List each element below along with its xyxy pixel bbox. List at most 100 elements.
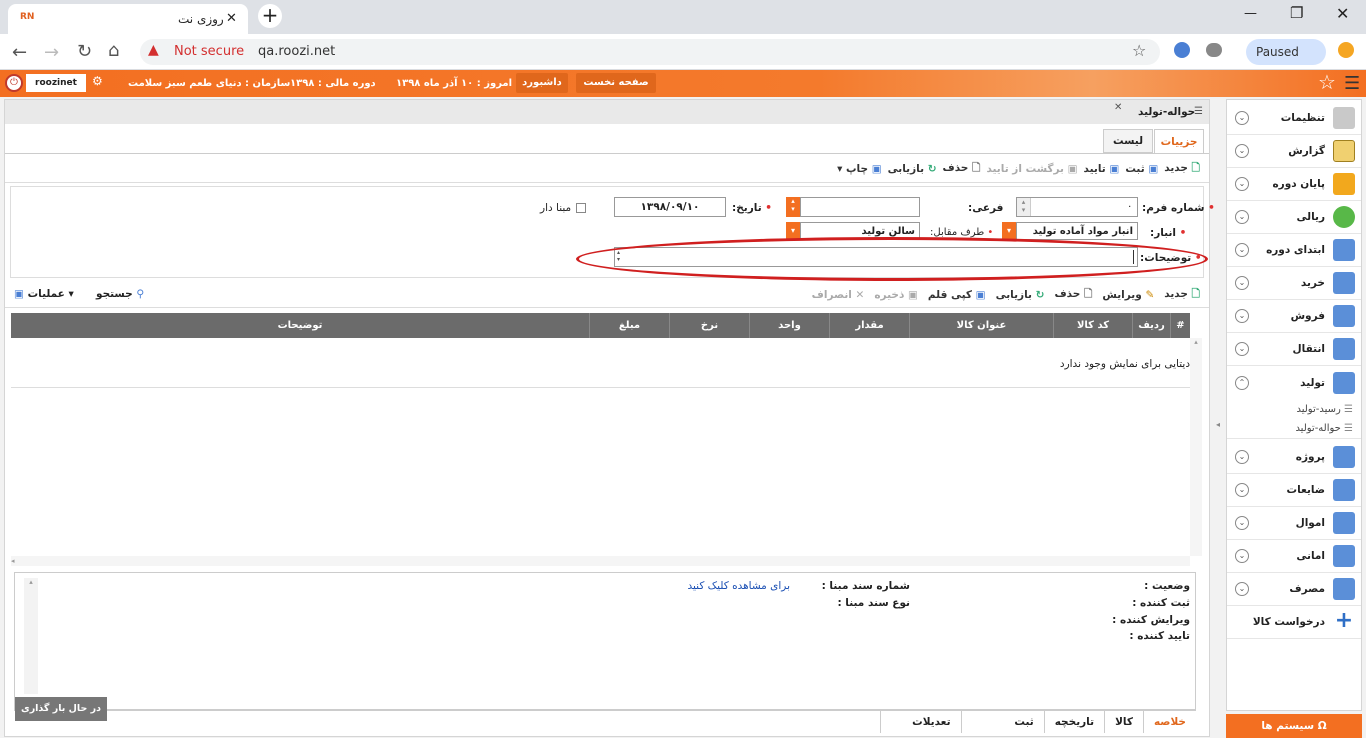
grid-copy-button[interactable]: ▣ کپی قلم — [928, 289, 986, 301]
sidebar-item-consignment[interactable]: امانی ⌄ — [1227, 540, 1361, 573]
sidebar-item-assets[interactable]: اموال ⌄ — [1227, 507, 1361, 540]
extension-icon[interactable] — [1174, 42, 1190, 58]
tab-close-icon[interactable]: ✕ — [226, 11, 237, 26]
home-page-button[interactable]: صفحه نخست — [576, 73, 656, 93]
systems-button[interactable]: Ω سیستم ها — [1226, 714, 1362, 738]
sidebar-sub-production-receipt[interactable]: ☰ رسید-تولید — [1296, 404, 1353, 415]
col-qty[interactable]: مقدار — [829, 313, 909, 338]
sub-field[interactable] — [800, 197, 920, 217]
dashboard-button[interactable]: داشبورد — [516, 73, 568, 93]
sidebar-collapse-handle[interactable]: ◂ — [1216, 420, 1220, 429]
address-bar[interactable]: ▲ Not secure qa.roozi.net ☆ — [140, 39, 1160, 65]
sidebar-item-waste[interactable]: ضایعات ⌄ — [1227, 474, 1361, 507]
window-close-button[interactable]: ✕ — [1336, 4, 1349, 23]
toolbar-delete-button[interactable]: 🗋 حذف — [943, 160, 981, 178]
click-view-link[interactable]: برای مشاهده کلیک کنید — [660, 580, 791, 592]
sidebar-item-settings[interactable]: تنظیمات ⌄ — [1227, 102, 1361, 135]
chevron-up-icon[interactable]: ⌃ — [1235, 375, 1249, 390]
col-code[interactable]: کد کالا — [1053, 313, 1132, 338]
tab-goods[interactable]: کالا — [1104, 711, 1143, 733]
tab-list[interactable]: لیست — [1103, 129, 1153, 153]
page-tab-title[interactable]: حواله-تولید — [1138, 106, 1195, 118]
home-icon[interactable]: ⌂ — [108, 40, 119, 61]
tab-details[interactable]: جزییات — [1154, 129, 1204, 154]
grid-vscroll[interactable]: ▴ — [1190, 338, 1202, 556]
sidebar-item-consumption[interactable]: مصرف ⌄ — [1227, 573, 1361, 606]
grid-search-button[interactable]: ⚲ جستجو — [96, 288, 144, 300]
reload-icon[interactable]: ↻ — [77, 41, 92, 62]
col-unit[interactable]: واحد — [749, 313, 829, 338]
sidebar-item-goods-request[interactable]: + درخواست کالا — [1227, 606, 1361, 639]
tab-accounting[interactable]: ثبت حسابداری — [960, 711, 1044, 733]
forward-icon[interactable]: → — [44, 42, 59, 63]
browser-tab[interactable]: RN روزی نت ✕ — [8, 4, 248, 34]
col-title[interactable]: عنوان کالا — [909, 313, 1053, 338]
col-desc[interactable]: توضیحات — [11, 313, 589, 338]
form-no-stepper-icon[interactable]: ▴ ▾ — [1017, 198, 1031, 216]
sidebar-item-sales[interactable]: فروش ⌄ — [1227, 300, 1361, 333]
chevron-down-icon[interactable]: ⌄ — [1235, 582, 1249, 596]
power-icon[interactable]: ⏻ — [5, 74, 23, 92]
menu-dots-icon[interactable] — [1338, 42, 1354, 58]
back-icon[interactable]: ← — [12, 42, 27, 63]
summary-scroll[interactable]: ▴ — [24, 578, 38, 694]
date-field[interactable]: ۱۳۹۸/۰۹/۱۰ — [614, 197, 726, 217]
chevron-down-icon[interactable]: ⌄ — [1235, 111, 1249, 125]
sidebar-item-transfer[interactable]: انتقال ⌄ — [1227, 333, 1361, 366]
chevron-down-icon[interactable]: ⌄ — [1235, 243, 1249, 257]
toolbar-refresh-button[interactable]: ↻ بازیابی — [888, 163, 937, 175]
chevron-down-icon[interactable]: ⌄ — [1235, 450, 1249, 464]
favorite-star-icon[interactable]: ☆ — [1318, 70, 1336, 94]
chevron-down-icon[interactable]: ⌄ — [1235, 342, 1249, 356]
sidebar-item-period-end[interactable]: پایان دوره ⌄ — [1227, 168, 1361, 201]
grid-ops-button[interactable]: ▾ عملیات ▣ — [14, 288, 74, 300]
col-hash[interactable]: # — [1170, 313, 1190, 338]
toolbar-print-button[interactable]: ▣ چاپ ▾ — [837, 163, 882, 175]
sub-stepper-icon[interactable]: ▴ ▾ — [786, 197, 800, 217]
extension2-icon[interactable] — [1206, 43, 1222, 57]
chevron-down-icon[interactable]: ⌄ — [1235, 309, 1249, 323]
warehouse-field[interactable]: انبار مواد آماده تولید — [1016, 222, 1138, 240]
sidebar-item-period-start[interactable]: ابتدای دوره ⌄ — [1227, 234, 1361, 267]
grid-save-button[interactable]: ▣ ذخیره — [874, 289, 918, 301]
chevron-down-icon[interactable]: ⌄ — [1235, 483, 1249, 497]
tab-summary[interactable]: خلاصه — [1142, 711, 1196, 733]
warehouse-dropdown-icon[interactable]: ▾ — [1002, 222, 1016, 240]
col-row[interactable]: ردیف — [1132, 313, 1170, 338]
sidebar-item-project[interactable]: پروژه ⌄ — [1227, 441, 1361, 474]
chevron-down-icon[interactable]: ⌄ — [1235, 549, 1249, 563]
chevron-down-icon[interactable]: ⌄ — [1235, 177, 1249, 191]
chevron-down-icon[interactable]: ⌄ — [1235, 144, 1249, 158]
toolbar-unapprove-button[interactable]: ▣ برگشت از تایید — [986, 163, 1077, 175]
hamburger-menu-icon[interactable]: ☰ — [1344, 73, 1360, 94]
col-amount[interactable]: مبلغ — [589, 313, 669, 338]
grid-delete-button[interactable]: 🗋 حذف — [1054, 286, 1092, 304]
grid-hscroll[interactable]: ◂ — [11, 556, 1190, 566]
new-tab-button[interactable]: + — [258, 4, 282, 28]
col-rate[interactable]: نرخ — [669, 313, 749, 338]
grid-new-button[interactable]: 🗋 جدید — [1164, 286, 1200, 304]
grid-cancel-button[interactable]: ✕ انصراف — [812, 289, 865, 301]
toolbar-save-button[interactable]: ▣ ثبت — [1125, 163, 1158, 175]
settings-gear-icon[interactable]: ⚙ — [92, 74, 103, 88]
sidebar-item-rial[interactable]: ریالی ⌄ — [1227, 201, 1361, 234]
window-maximize-button[interactable]: ❐ — [1290, 4, 1303, 22]
chevron-down-icon[interactable]: ⌄ — [1235, 516, 1249, 530]
bookmark-star-icon[interactable]: ☆ — [1132, 41, 1146, 60]
toolbar-new-button[interactable]: 🗋 جدید — [1164, 160, 1200, 178]
sidebar-item-production[interactable]: تولید ⌃ — [1227, 366, 1361, 399]
form-no-field[interactable]: ▴ ▾ ۰ — [1016, 197, 1138, 217]
grid-edit-button[interactable]: ✎ ویرایش — [1102, 289, 1154, 301]
sidebar-sub-production-issue[interactable]: ☰ حواله-تولید — [1295, 423, 1353, 434]
source-checkbox[interactable] — [576, 203, 586, 213]
sidebar-item-purchase[interactable]: خرید ⌄ — [1227, 267, 1361, 300]
chevron-down-icon[interactable]: ⌄ — [1235, 210, 1249, 224]
tab-history[interactable]: تاریخچه — [1043, 711, 1104, 733]
chevron-down-icon[interactable]: ⌄ — [1235, 276, 1249, 290]
page-tab-close-icon[interactable]: ✕ — [1114, 102, 1122, 113]
toolbar-approve-button[interactable]: ▣ تایید — [1084, 163, 1120, 175]
tab-price-adjust[interactable]: تعدیلات قیمت — [880, 711, 961, 733]
sidebar-item-report[interactable]: گزارش ⌄ — [1227, 135, 1361, 168]
window-minimize-button[interactable]: — — [1244, 6, 1257, 21]
grid-refresh-button[interactable]: ↻ بازیابی — [996, 289, 1045, 301]
